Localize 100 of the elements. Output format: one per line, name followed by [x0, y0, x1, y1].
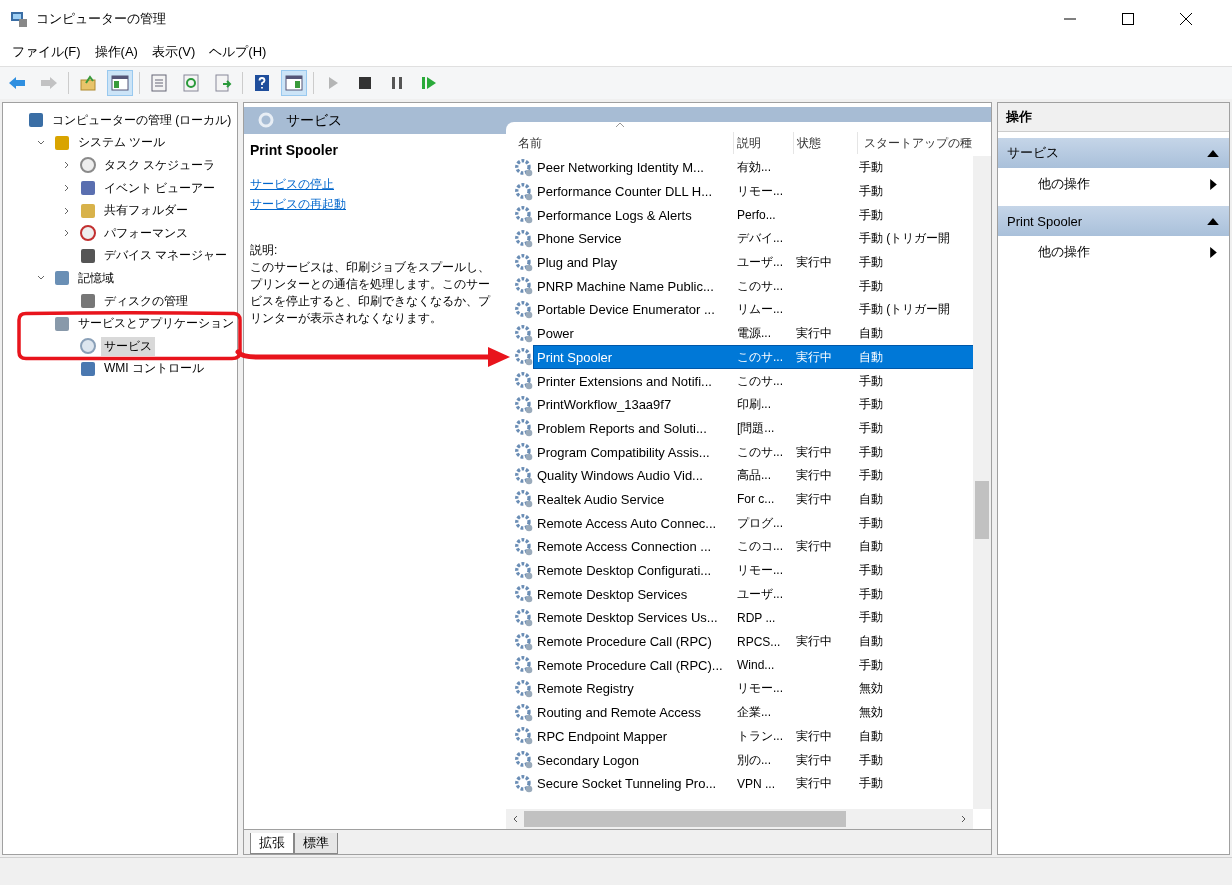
tree-node-icon: [79, 179, 97, 198]
table-cell-text: 手動: [858, 775, 884, 793]
table-cell-text: 手動: [858, 254, 884, 272]
table-cell-text: Remote Desktop Services: [536, 586, 689, 602]
table-cell-text: 手動: [858, 396, 884, 414]
table-cell-text: PNRP Machine Name Public...: [536, 278, 715, 294]
table-cell-text: 手動: [858, 656, 884, 674]
table-cell-text: Problem Reports and Soluti...: [536, 420, 708, 436]
horizontal-scrollbar[interactable]: [506, 809, 973, 829]
service-row[interactable]: Routing and Remote Access 企業... 無効: [534, 701, 973, 724]
vertical-scrollbar[interactable]: [973, 156, 991, 809]
tree-item[interactable]: サービス: [101, 336, 155, 356]
tree-item[interactable]: デバイス マネージャー: [101, 246, 231, 266]
submenu-arrow-icon: [1210, 178, 1217, 190]
tree-node-icon: [79, 359, 97, 378]
tree-item[interactable]: ディスクの管理: [101, 291, 191, 311]
table-cell-text: Remote Access Connection ...: [536, 539, 713, 555]
table-cell-text: Peer Networking Identity M...: [536, 160, 705, 176]
table-cell-text: Remote Desktop Configurati...: [536, 563, 713, 579]
table-cell-text: 無効: [858, 704, 884, 722]
table-cell-text: 自動: [858, 633, 884, 651]
tree-item[interactable]: 記憶域: [75, 268, 117, 288]
service-row[interactable]: Print Spooler このサ... 実行中 自動: [534, 346, 973, 369]
tree-item[interactable]: サービスとアプリケーション: [75, 314, 237, 334]
table-cell-text: Printer Extensions and Notifi...: [536, 373, 713, 389]
view-tab[interactable]: 標準: [294, 833, 338, 854]
service-row[interactable]: PNRP Machine Name Public... このサ... 手動: [534, 275, 973, 298]
table-cell-text: 手動: [858, 183, 884, 201]
service-row[interactable]: Realtek Audio Service For c... 実行中 自動: [534, 488, 973, 511]
table-cell-text: 自動: [858, 325, 884, 343]
service-row[interactable]: Plug and Play ユーザ... 実行中 手動: [534, 251, 973, 274]
service-row[interactable]: PrintWorkflow_13aa9f7 印刷... 手動: [534, 393, 973, 416]
tree-item[interactable]: タスク スケジューラ: [101, 156, 219, 175]
table-cell-text: Program Compatibility Assis...: [536, 444, 711, 460]
service-row[interactable]: Remote Access Auto Connec... プログ... 手動: [534, 512, 973, 535]
service-row[interactable]: Peer Networking Identity M... 有効... 手動: [534, 156, 973, 179]
table-cell-text: 手動: [858, 372, 884, 390]
service-row[interactable]: Program Compatibility Assis... このサ... 実行中 手動: [534, 441, 973, 464]
tree-node-icon: [79, 156, 97, 175]
service-row[interactable]: Remote Desktop Configurati... リモー... 手動: [534, 559, 973, 582]
window-title: コンピューターの管理: [36, 10, 167, 28]
service-row[interactable]: Remote Procedure Call (RPC)... Wind... 手動: [534, 654, 973, 677]
tree-item[interactable]: パフォーマンス: [101, 223, 191, 243]
service-description: このサービスは、印刷ジョブをスプールし、プリンターとの通信を処理します。このサービスを停止すると、印刷できなくなるか、プリンターが表示されなくなります。: [250, 260, 492, 327]
table-cell-text: Plug and Play: [536, 255, 619, 271]
tree-item[interactable]: イベント ビューアー: [101, 178, 219, 198]
column-header[interactable]: スタートアップの種: [858, 132, 978, 154]
table-cell-text: 有効...: [736, 159, 772, 177]
tree-item[interactable]: システム ツール: [75, 133, 169, 153]
view-tab[interactable]: 拡張: [250, 833, 294, 854]
service-row[interactable]: Remote Registry リモー... 無効: [534, 677, 973, 700]
service-row[interactable]: Remote Desktop Services ユーザ... 手動: [534, 583, 973, 606]
collapse-icon[interactable]: [1207, 149, 1219, 157]
actions-section[interactable]: Print Spooler: [998, 206, 1229, 236]
table-cell-text: 実行中: [795, 775, 833, 793]
service-row[interactable]: Quality Windows Audio Vid... 高品... 実行中 手動: [534, 464, 973, 487]
table-cell-text: 実行中: [795, 254, 833, 272]
tree-item[interactable]: コンピューターの管理 (ローカル): [49, 110, 235, 130]
service-row[interactable]: Secure Socket Tunneling Pro... VPN ... 実行中 手動: [534, 772, 973, 795]
service-link[interactable]: サービスの停止: [250, 174, 334, 194]
sort-caret-icon: [616, 122, 624, 127]
action-item[interactable]: 他の操作: [1038, 243, 1090, 261]
service-row[interactable]: Secondary Logon 別の... 実行中 手動: [534, 749, 973, 772]
table-cell-text: 手動: [858, 419, 884, 437]
pane-icon[interactable]: [281, 70, 307, 96]
tree-item[interactable]: 共有フォルダー: [101, 201, 191, 221]
menu-item[interactable]: ヘルプ(H): [209, 43, 267, 61]
table-cell-text: 自動: [858, 490, 884, 508]
service-row[interactable]: Portable Device Enumerator ... リムー... 手動 (トリガー開: [534, 298, 973, 321]
menu-item[interactable]: 表示(V): [151, 43, 196, 61]
table-cell-text: このコ...: [736, 538, 784, 556]
table-cell-text: Wind...: [736, 658, 776, 673]
menu-item[interactable]: ファイル(F): [12, 43, 81, 61]
column-header[interactable]: 名前: [512, 132, 734, 154]
collapse-icon[interactable]: [1207, 217, 1219, 225]
service-row[interactable]: Problem Reports and Soluti... [問題... 手動: [534, 417, 973, 440]
table-cell-text: 実行中: [795, 325, 833, 343]
menu-item[interactable]: 操作(A): [94, 43, 138, 61]
action-item[interactable]: 他の操作: [1038, 175, 1090, 193]
actions-section[interactable]: サービス: [998, 138, 1229, 168]
table-cell-text: 自動: [858, 348, 884, 366]
service-row[interactable]: Remote Access Connection ... このコ... 実行中 自動: [534, 535, 973, 558]
column-header[interactable]: 状態: [794, 132, 858, 154]
tree-item[interactable]: WMI コントロール: [101, 359, 207, 379]
service-row[interactable]: Performance Logs & Alerts Perfo... 手動: [534, 204, 973, 227]
service-row[interactable]: Performance Counter DLL H... リモー... 手動: [534, 180, 973, 203]
service-row[interactable]: Power 電源... 実行中 自動: [534, 322, 973, 345]
table-cell-text: RPC Endpoint Mapper: [536, 728, 669, 744]
service-row[interactable]: RPC Endpoint Mapper トラン... 実行中 自動: [534, 725, 973, 748]
service-row[interactable]: Remote Procedure Call (RPC) RPCS... 実行中 自動: [534, 630, 973, 653]
table-cell-text: Portable Device Enumerator ...: [536, 302, 716, 318]
table-cell-text: 高品...: [736, 467, 772, 485]
service-row[interactable]: Printer Extensions and Notifi... このサ... 手動: [534, 370, 973, 393]
service-row[interactable]: Phone Service デバイ... 手動 (トリガー開: [534, 227, 973, 250]
table-cell-text: For c...: [736, 492, 776, 507]
column-header[interactable]: 説明: [734, 132, 794, 154]
service-row[interactable]: Remote Desktop Services Us... RDP ... 手動: [534, 606, 973, 629]
table-cell-text: 別の...: [736, 751, 772, 769]
tree-icon[interactable]: [107, 70, 133, 96]
service-link[interactable]: サービスの再起動: [250, 194, 346, 214]
